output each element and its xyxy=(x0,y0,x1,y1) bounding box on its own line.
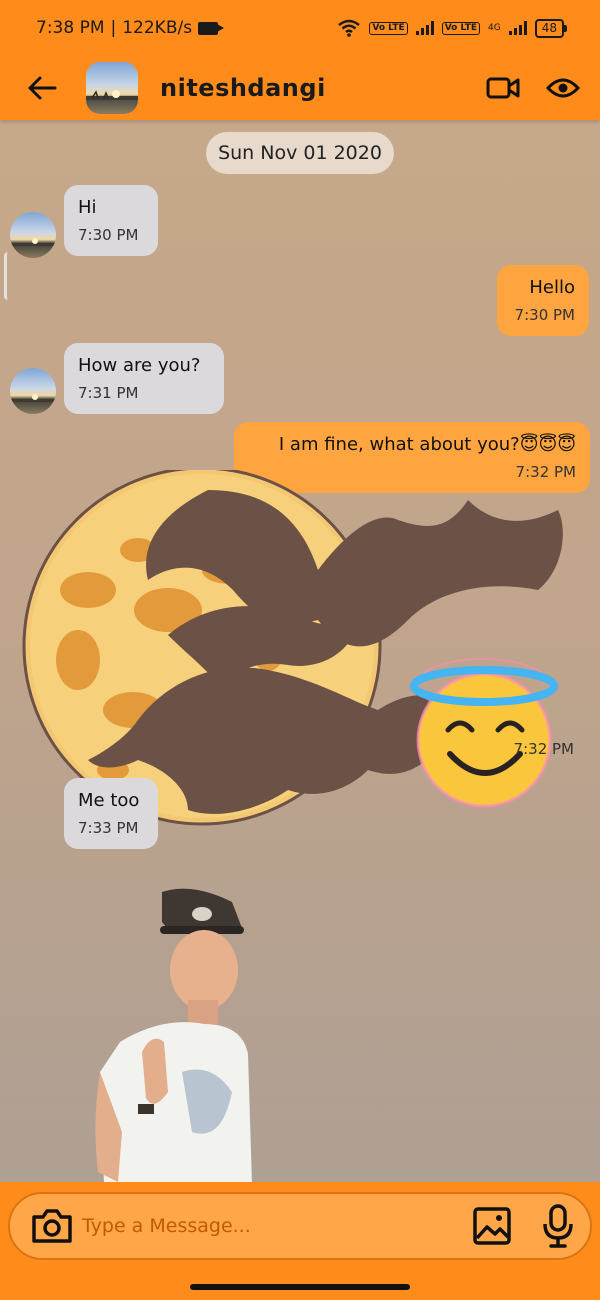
eye-icon[interactable] xyxy=(546,76,580,100)
sender-avatar[interactable] xyxy=(10,212,56,258)
message-text: I am fine, what about you?😇😇😇 xyxy=(278,434,576,455)
contact-avatar[interactable] xyxy=(86,62,138,114)
wifi-icon xyxy=(338,19,361,37)
sim2-signal-icon xyxy=(508,21,527,35)
halloween-sticker[interactable] xyxy=(18,470,578,830)
arrow-left-icon xyxy=(28,76,57,100)
microphone-icon[interactable] xyxy=(542,1204,574,1248)
message-time: 7:31 PM xyxy=(78,384,139,402)
chat-thread[interactable]: Sun Nov 01 2020 Hi 7:30 PM Hello 7:30 PM… xyxy=(0,120,600,1182)
composer-actions xyxy=(472,1204,574,1248)
message-bubble-received[interactable]: How are you? 7:31 PM xyxy=(64,343,224,414)
date-separator: Sun Nov 01 2020 xyxy=(206,132,394,174)
status-time: 7:38 PM xyxy=(36,18,105,38)
message-text: Me too xyxy=(78,790,140,811)
status-bar: 7:38 PM | 122KB/s Vo LTE Vo LTE 4G 48 xyxy=(0,0,600,56)
status-left: 7:38 PM | 122KB/s xyxy=(36,18,225,38)
battery-indicator: 48 xyxy=(534,18,568,38)
gif-message[interactable] xyxy=(92,882,252,1182)
sim1-signal-icon xyxy=(415,21,434,35)
scroll-indicator xyxy=(4,252,12,300)
message-input[interactable] xyxy=(82,1206,472,1246)
back-button[interactable] xyxy=(20,66,64,110)
message-time: 7:33 PM xyxy=(78,819,139,837)
message-bubble-received[interactable]: Me too 7:33 PM xyxy=(64,778,158,849)
message-text: Hello xyxy=(529,277,575,298)
sender-avatar[interactable] xyxy=(10,368,56,414)
sim1-volte-badge: Vo LTE xyxy=(369,21,408,35)
home-indicator[interactable] xyxy=(190,1284,410,1290)
image-icon[interactable] xyxy=(472,1206,512,1246)
status-net-speed: 122KB/s xyxy=(122,18,193,38)
sim2-volte-badge: Vo LTE xyxy=(441,21,481,35)
video-camera-icon[interactable] xyxy=(486,76,520,100)
message-text: How are you? xyxy=(78,355,201,376)
message-time: 7:30 PM xyxy=(514,306,575,324)
message-time: 7:30 PM xyxy=(78,226,139,244)
header-actions xyxy=(486,76,580,100)
message-bubble-received[interactable]: Hi 7:30 PM xyxy=(64,185,158,256)
network-type-label: 4G xyxy=(488,23,501,33)
screen-record-icon xyxy=(198,21,225,35)
contact-name[interactable]: niteshdangi xyxy=(160,74,326,102)
chat-header: niteshdangi xyxy=(0,56,600,120)
message-bubble-sent[interactable]: Hello 7:30 PM xyxy=(497,265,589,336)
message-time: 7:32 PM xyxy=(513,740,574,758)
message-text: Hi xyxy=(78,197,97,218)
composer xyxy=(0,1182,600,1300)
status-right: Vo LTE Vo LTE 4G 48 xyxy=(337,18,568,38)
message-input-container xyxy=(8,1192,592,1260)
sunset-photo-icon xyxy=(86,90,138,100)
camera-icon[interactable] xyxy=(30,1207,74,1245)
status-separator: | xyxy=(110,18,117,38)
